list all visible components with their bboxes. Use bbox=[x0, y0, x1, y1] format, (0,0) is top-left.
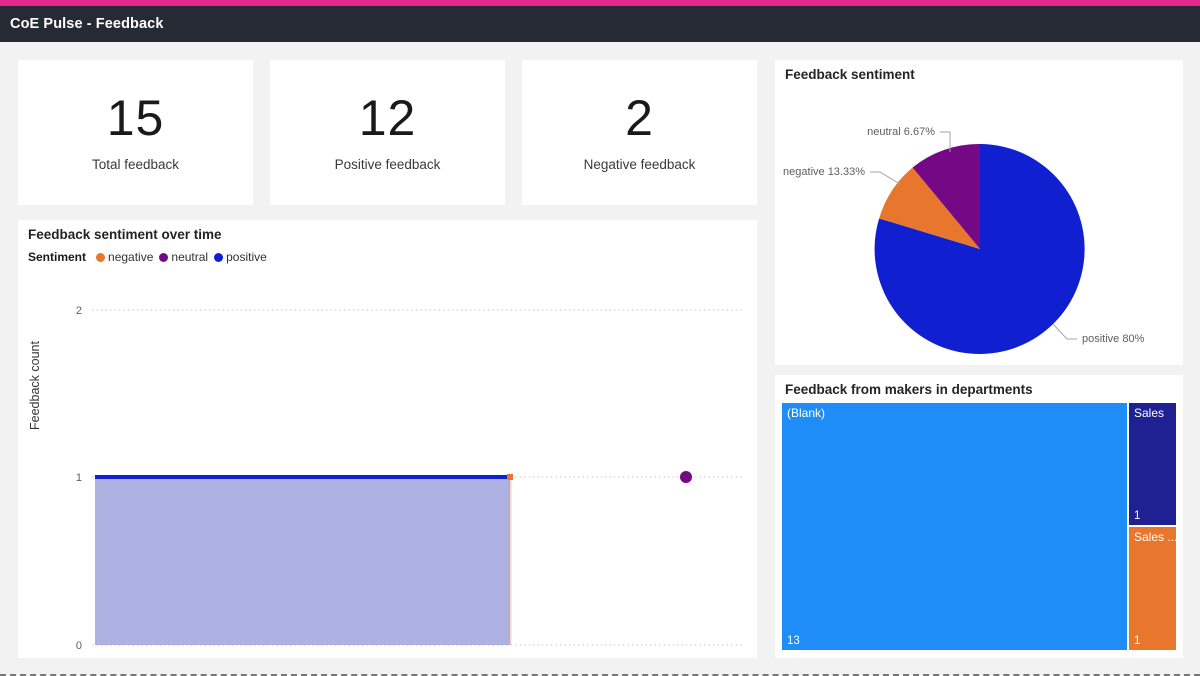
treemap-cell-label: (Blank) bbox=[787, 406, 826, 420]
chart-sentiment-over-time[interactable]: Feedback sentiment over time Sentiment n… bbox=[18, 220, 757, 658]
chart-feedback-sentiment-pie[interactable]: Feedback sentiment neutral 6.67% negativ… bbox=[775, 60, 1183, 365]
y-tick-2: 2 bbox=[76, 305, 82, 317]
legend-swatch-negative bbox=[96, 252, 106, 262]
legend-swatch-neutral bbox=[159, 252, 169, 262]
treemap-column: Sales 1 Sales ... 1 bbox=[1129, 403, 1178, 650]
legend-item-positive[interactable]: positive bbox=[214, 250, 267, 264]
treemap-cell-value: 13 bbox=[787, 635, 800, 647]
leader-negative bbox=[870, 171, 901, 185]
legend-title: Sentiment bbox=[28, 250, 87, 264]
x-tick-1: 15 Feb 12:00 bbox=[229, 657, 294, 658]
kpi-card-negative-feedback[interactable]: 2 Negative feedback bbox=[522, 60, 757, 205]
kpi-value: 12 bbox=[358, 90, 417, 146]
legend-item-neutral[interactable]: neutral bbox=[159, 250, 208, 264]
kpi-card-total-feedback[interactable]: 15 Total feedback bbox=[18, 60, 253, 205]
treemap: (Blank) 13 Sales 1 Sales ... 1 bbox=[782, 403, 1178, 650]
pie-label-negative: negative 13.33% bbox=[783, 166, 865, 178]
plot-area: 2 1 0 15 Feb 00:00 15 Feb 12:00 16 Feb 0… bbox=[76, 305, 743, 658]
kpi-body: 15 Total feedback bbox=[18, 60, 253, 205]
x-tick-2: 16 Feb 00:00 bbox=[337, 657, 402, 658]
x-tick-0: 15 Feb 00:00 bbox=[120, 657, 185, 658]
kpi-label: Negative feedback bbox=[583, 157, 696, 172]
legend-item-negative[interactable]: negative bbox=[96, 250, 153, 264]
pie-label-positive: positive 80% bbox=[1082, 333, 1145, 345]
treemap-cell-sales[interactable]: Sales 1 bbox=[1129, 403, 1176, 525]
kpi-label: Positive feedback bbox=[334, 157, 441, 172]
dashboard-root: CoE Pulse - Feedback 15 Total feedback 1… bbox=[0, 0, 1200, 676]
kpi-value: 2 bbox=[625, 90, 654, 146]
x-tick-4: 17 Feb 00:00 bbox=[555, 657, 620, 658]
chart-title: Feedback sentiment bbox=[785, 67, 915, 82]
treemap-cell-label: Sales ... bbox=[1134, 530, 1178, 544]
kpi-body: 2 Negative feedback bbox=[522, 60, 757, 205]
legend-label-neutral: neutral bbox=[171, 250, 209, 264]
y-tick-1: 1 bbox=[76, 472, 82, 484]
kpi-body: 12 Positive feedback bbox=[270, 60, 505, 205]
legend-label-negative: negative bbox=[108, 250, 154, 264]
treemap-cell-value: 1 bbox=[1134, 635, 1141, 647]
area-positive bbox=[95, 477, 510, 645]
kpi-value: 15 bbox=[106, 90, 165, 146]
pie-label-neutral: neutral 6.67% bbox=[867, 126, 935, 138]
title-bar: CoE Pulse - Feedback bbox=[0, 6, 1200, 42]
page-title: CoE Pulse - Feedback bbox=[10, 16, 164, 32]
chart-title: Feedback from makers in departments bbox=[785, 382, 1033, 397]
kpi-label: Total feedback bbox=[91, 157, 180, 172]
treemap-cell-value: 1 bbox=[1134, 510, 1141, 522]
chart-legend: Sentiment negative neutral positive bbox=[18, 242, 757, 264]
chart-feedback-by-department[interactable]: Feedback from makers in departments (Bla… bbox=[775, 375, 1183, 658]
pie-plot-area: neutral 6.67% negative 13.33% positive 8… bbox=[783, 126, 1145, 354]
marker-neutral bbox=[680, 471, 692, 483]
y-tick-0: 0 bbox=[76, 640, 82, 652]
x-tick-3: 16 Feb 12:00 bbox=[446, 657, 511, 658]
marker-negative bbox=[507, 474, 513, 480]
report-canvas: 15 Total feedback 12 Positive feedback 2… bbox=[0, 42, 1200, 676]
leader-positive bbox=[1052, 323, 1077, 340]
legend-swatch-positive bbox=[214, 252, 224, 262]
x-tick-5: 17 Feb 12:00 bbox=[664, 657, 729, 658]
treemap-cell-label: Sales bbox=[1134, 406, 1165, 420]
treemap-cell-blank[interactable]: (Blank) 13 bbox=[782, 403, 1127, 650]
chart-title: Feedback sentiment over time bbox=[28, 227, 222, 242]
kpi-card-positive-feedback[interactable]: 12 Positive feedback bbox=[270, 60, 505, 205]
treemap-cell-sales-truncated[interactable]: Sales ... 1 bbox=[1129, 527, 1178, 650]
legend-label-positive: positive bbox=[226, 250, 267, 264]
